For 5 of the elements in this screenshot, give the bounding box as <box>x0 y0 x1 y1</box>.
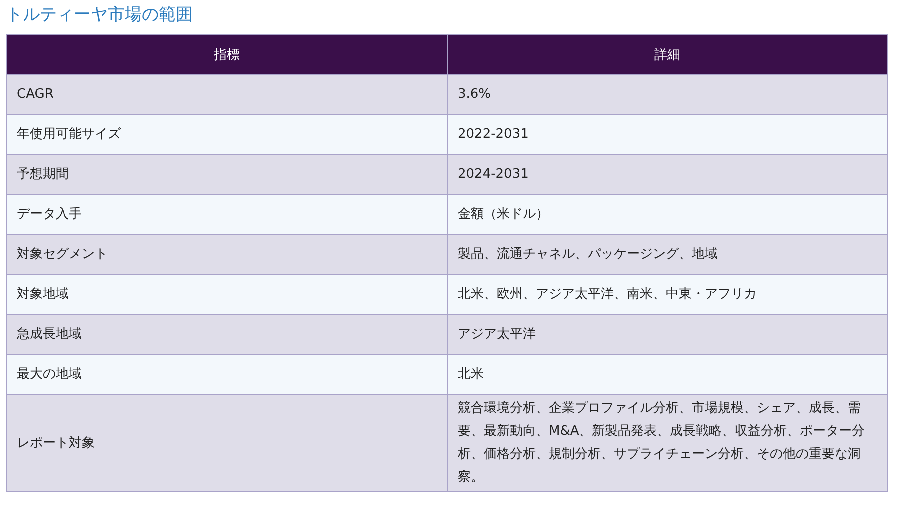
table-cell: 競合環境分析、企業プロファイル分析、市場規模、シェア、成長、需要、最新動向、M&A、新製品発表、成長戦略、収益分析、ポーター分析、価格分析、規制分析、サプライチェーン分析、その他の重要な洞察。 <box>448 394 888 492</box>
column-header: 詳細 <box>448 34 888 74</box>
table-cell: レポート対象 <box>6 394 448 492</box>
column-header: 指標 <box>6 34 448 74</box>
section-title: トルティーヤ市場の範囲 <box>6 4 194 27</box>
